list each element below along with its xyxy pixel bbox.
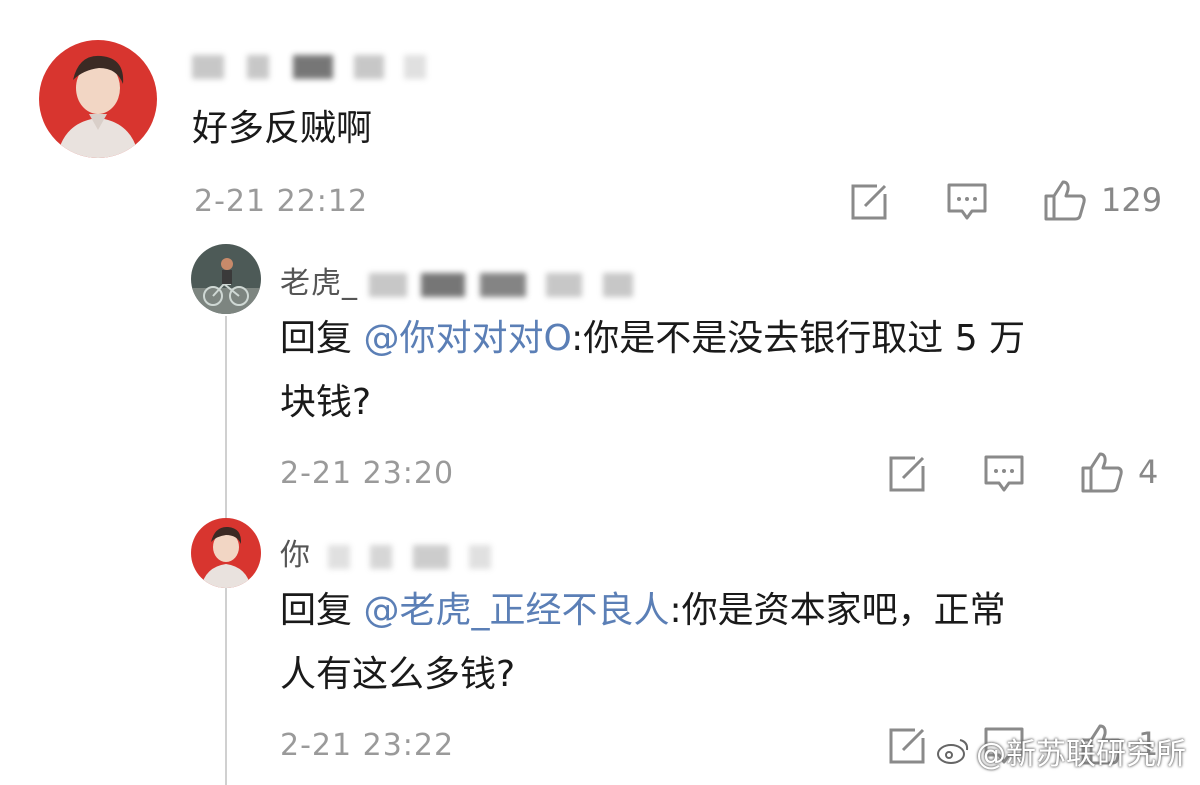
share-edit-icon	[889, 728, 925, 764]
comment-icon	[947, 183, 987, 220]
comment-timestamp: 2-21 23:20	[280, 456, 455, 491]
avatar-portrait-icon	[191, 518, 261, 588]
comment-button[interactable]	[946, 182, 988, 222]
username-blurred[interactable]: 你	[280, 530, 492, 574]
thumbs-up-icon	[1044, 180, 1086, 221]
reply-body: :你是不是没去银行取过 5 万	[571, 318, 1026, 359]
comment-button[interactable]	[983, 454, 1025, 494]
thumbs-up-icon	[1081, 452, 1123, 493]
weibo-logo-icon	[937, 739, 969, 764]
username-blurred[interactable]	[192, 48, 427, 83]
reply-text-line1: 回复 @老虎_正经不良人:你是资本家吧，正常	[280, 584, 1006, 638]
reply-prefix: 回复	[280, 590, 364, 631]
reply-text-line1: 回复 @你对对对O:你是不是没去银行取过 5 万	[280, 312, 1025, 366]
share-button[interactable]	[887, 726, 927, 766]
reply-prefix: 回复	[280, 318, 364, 359]
share-edit-icon	[889, 456, 925, 492]
comment-timestamp: 2-21 23:22	[280, 728, 455, 763]
like-button[interactable]: 4	[1080, 450, 1158, 494]
comment-timestamp: 2-21 22:12	[194, 184, 369, 219]
mention-link[interactable]: @你对对对O	[363, 318, 571, 359]
mention-link[interactable]: @老虎_正经不良人	[363, 590, 669, 631]
reply-body: :你是资本家吧，正常	[669, 590, 1006, 631]
comment-icon	[984, 455, 1024, 492]
share-button[interactable]	[849, 182, 889, 222]
like-count: 129	[1101, 181, 1163, 219]
avatar-bicycle-photo-icon	[191, 244, 261, 314]
share-button[interactable]	[887, 454, 927, 494]
share-edit-icon	[851, 184, 887, 220]
weibo-watermark: @新苏联研究所	[936, 729, 1186, 773]
watermark-text: @新苏联研究所	[976, 737, 1186, 772]
like-button[interactable]: 129	[1043, 178, 1162, 222]
avatar-portrait-icon	[39, 40, 157, 158]
comment-text: 好多反贼啊	[192, 108, 373, 149]
reply-text-line2: 人有这么多钱?	[280, 654, 516, 695]
reply-text-line2: 块钱?	[280, 382, 372, 423]
user-avatar[interactable]	[191, 244, 261, 314]
like-count: 4	[1138, 453, 1159, 491]
user-avatar[interactable]	[39, 40, 157, 158]
username-blurred[interactable]: 老虎_	[280, 258, 633, 302]
user-avatar[interactable]	[191, 518, 261, 588]
